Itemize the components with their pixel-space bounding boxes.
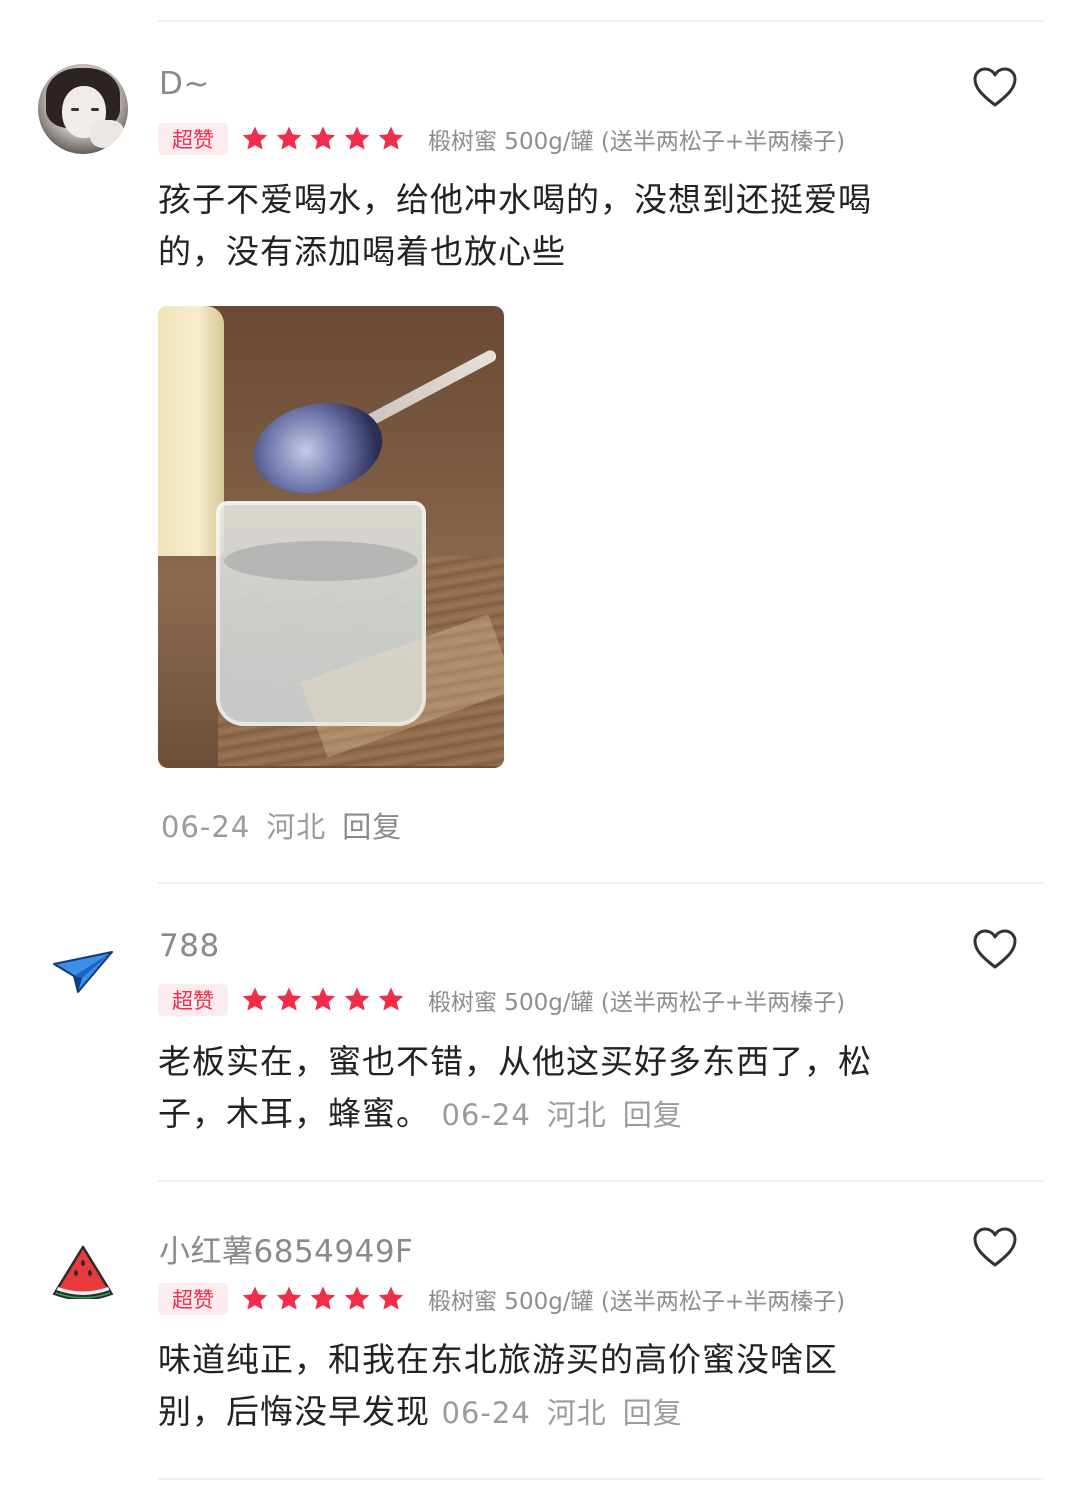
divider (158, 882, 1043, 884)
rating-badge: 超赞 (158, 123, 228, 155)
reply-button[interactable]: 回复 (623, 1396, 683, 1430)
star-icon (344, 1286, 370, 1310)
watermelon-icon (52, 1245, 114, 1299)
review-content: 老板实在，蜜也不错，从他这买好多东西了，松子，木耳，蜂蜜。 06-24 河北 回复 (158, 1036, 898, 1141)
divider (158, 1180, 1043, 1182)
heart-icon[interactable] (972, 928, 1018, 970)
review-date: 06-24 (161, 810, 251, 844)
rating-row: 超赞 椴树蜜 500g/罐 (送半两松子+半两榛子) (158, 122, 845, 156)
review-date: 06-24 (441, 1098, 531, 1132)
reply-button[interactable]: 回复 (623, 1098, 683, 1132)
star-icon (242, 1286, 268, 1310)
photo-water (224, 541, 418, 581)
reply-button[interactable]: 回复 (342, 810, 402, 844)
heart-icon[interactable] (972, 66, 1018, 108)
star-icon (344, 987, 370, 1011)
star-icon (344, 126, 370, 150)
avatar-hand (90, 120, 124, 148)
star-rating (240, 985, 406, 1015)
star-icon (310, 126, 336, 150)
product-variant: 椴树蜜 500g/罐 (送半两松子+半两榛子) (428, 129, 846, 155)
photo-spoon-bowl (245, 391, 391, 505)
photo-jar (158, 306, 224, 556)
review-location: 河北 (546, 1396, 607, 1430)
heart-icon[interactable] (972, 1226, 1018, 1268)
avatar-eye (71, 108, 79, 111)
paper-plane-icon (53, 951, 113, 993)
photo-spoon-handle (360, 348, 499, 430)
star-rating (240, 1284, 406, 1314)
rating-badge: 超赞 (158, 984, 228, 1016)
review-location: 河北 (546, 1098, 607, 1132)
star-icon (378, 126, 404, 150)
review-content: 孩子不爱喝水，给他冲水喝的，没想到还挺爱喝的，没有添加喝着也放心些 (158, 180, 872, 271)
rating-row: 超赞 椴树蜜 500g/罐 (送半两松子+半两榛子) (158, 1282, 845, 1316)
review-location: 河北 (266, 810, 327, 844)
product-variant: 椴树蜜 500g/罐 (送半两松子+半两榛子) (428, 990, 846, 1016)
username[interactable]: 小红薯6854949F (159, 1226, 413, 1271)
review-date: 06-24 (441, 1396, 531, 1430)
divider (158, 1478, 1043, 1480)
star-icon (242, 987, 268, 1011)
star-icon (242, 126, 268, 150)
avatar[interactable] (48, 938, 118, 1008)
review-photo[interactable] (158, 306, 504, 768)
rating-badge: 超赞 (158, 1283, 228, 1315)
star-icon (276, 1286, 302, 1310)
username[interactable]: D~ (159, 66, 210, 102)
username[interactable]: 788 (159, 928, 220, 964)
avatar[interactable] (48, 1236, 118, 1306)
review-meta: 06-24 河北 回复 (442, 1098, 699, 1132)
avatar[interactable] (38, 64, 128, 154)
review-content: 味道纯正，和我在东北旅游买的高价蜜没啥区别，后悔没早发现 06-24 河北 回复 (158, 1334, 878, 1439)
star-icon (378, 987, 404, 1011)
star-rating (240, 124, 406, 154)
star-icon (276, 126, 302, 150)
star-icon (378, 1286, 404, 1310)
divider (158, 20, 1043, 22)
star-icon (276, 987, 302, 1011)
star-icon (310, 987, 336, 1011)
review-meta: 06-24 河北 回复 (442, 1396, 699, 1430)
review-meta: 06-24 河北 回复 (161, 804, 418, 846)
product-variant: 椴树蜜 500g/罐 (送半两松子+半两榛子) (428, 1289, 846, 1315)
rating-row: 超赞 椴树蜜 500g/罐 (送半两松子+半两榛子) (158, 983, 845, 1017)
star-icon (310, 1286, 336, 1310)
avatar-eye (91, 108, 99, 111)
